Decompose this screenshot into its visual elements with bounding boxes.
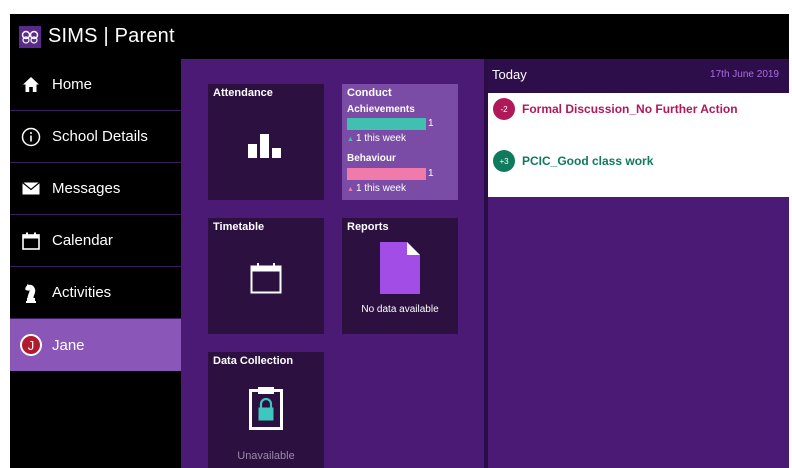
envelope-icon: [20, 178, 42, 200]
sidebar-item-school-details[interactable]: School Details: [10, 111, 181, 163]
today-label: Today: [492, 67, 527, 82]
tile-title: Data Collection: [213, 355, 294, 367]
calendar-icon: [20, 230, 42, 252]
achievements-bar: [347, 118, 426, 130]
event-text: Formal Discussion_No Further Action: [522, 102, 738, 116]
home-icon: [20, 74, 42, 96]
avatar: J: [20, 334, 42, 356]
sidebar: Home School Details Messages Calendar Ac…: [10, 59, 181, 468]
behaviour-bar: [347, 168, 426, 180]
tile-title: Timetable: [213, 221, 265, 233]
info-icon: [20, 126, 42, 148]
behaviour-label: Behaviour: [347, 153, 396, 164]
today-header: Today 17th June 2019: [488, 59, 789, 93]
sidebar-item-jane[interactable]: J Jane: [10, 319, 181, 371]
tile-title: Reports: [347, 221, 389, 233]
data-collection-tile[interactable]: Data Collection Unavailable: [208, 352, 324, 468]
tile-title: Conduct: [347, 87, 392, 99]
achievements-count: 1: [428, 118, 434, 129]
achievements-label: Achievements: [347, 104, 415, 115]
sidebar-item-messages[interactable]: Messages: [10, 163, 181, 215]
sidebar-item-calendar[interactable]: Calendar: [10, 215, 181, 267]
behaviour-count: 1: [428, 168, 434, 179]
sidebar-item-home[interactable]: Home: [10, 59, 181, 111]
chess-knight-icon: [20, 282, 42, 304]
event-text: PCIC_Good class work: [522, 154, 654, 168]
sims-logo-icon: [19, 25, 41, 48]
sidebar-item-label: Messages: [52, 180, 121, 197]
attendance-tile[interactable]: Attendance: [208, 84, 324, 200]
events-list: -2 Formal Discussion_No Further Action +…: [488, 93, 789, 197]
today-date: 17th June 2019: [710, 69, 779, 80]
sidebar-item-activities[interactable]: Activities: [10, 267, 181, 319]
data-collection-status: Unavailable: [237, 450, 295, 462]
tile-title: Attendance: [213, 87, 273, 99]
title-bar: SIMS | Parent: [10, 14, 789, 59]
behaviour-week: ▲ 1 this week: [347, 183, 406, 194]
achievements-week-text: 1 this week: [355, 133, 406, 144]
points-badge: -2: [493, 98, 515, 120]
behaviour-week-text: 1 this week: [355, 183, 406, 194]
app-title: SIMS | Parent: [48, 25, 175, 47]
list-item[interactable]: -2 Formal Discussion_No Further Action: [493, 98, 738, 120]
points-badge: +3: [493, 150, 515, 172]
sidebar-item-label: Calendar: [52, 232, 113, 249]
calendar-icon: [250, 262, 282, 299]
reports-status: No data available: [361, 304, 439, 315]
avatar-initial: J: [20, 334, 42, 356]
document-icon: [380, 242, 420, 299]
clipboard-lock-icon: [249, 386, 283, 435]
sidebar-item-label: Home: [52, 76, 93, 93]
list-item[interactable]: +3 PCIC_Good class work: [493, 150, 653, 172]
conduct-tile[interactable]: Conduct Achievements 1 ▲ 1 this week Beha…: [342, 84, 458, 200]
bar-chart-icon: [248, 134, 284, 163]
app-window: SIMS | Parent Home School Details Messag…: [10, 14, 789, 468]
sidebar-item-label: School Details: [52, 128, 148, 145]
sidebar-item-label: Activities: [52, 284, 112, 301]
dashboard-tiles: Attendance Conduct Achievements 1 ▲ 1 thi…: [181, 59, 484, 468]
timetable-tile[interactable]: Timetable: [208, 218, 324, 334]
reports-tile[interactable]: Reports No data available: [342, 218, 458, 334]
achievements-week: ▲ 1 this week: [347, 133, 406, 144]
sidebar-item-label: Jane: [52, 336, 85, 354]
today-panel: Today 17th June 2019 -2 Formal Discussio…: [488, 59, 789, 468]
